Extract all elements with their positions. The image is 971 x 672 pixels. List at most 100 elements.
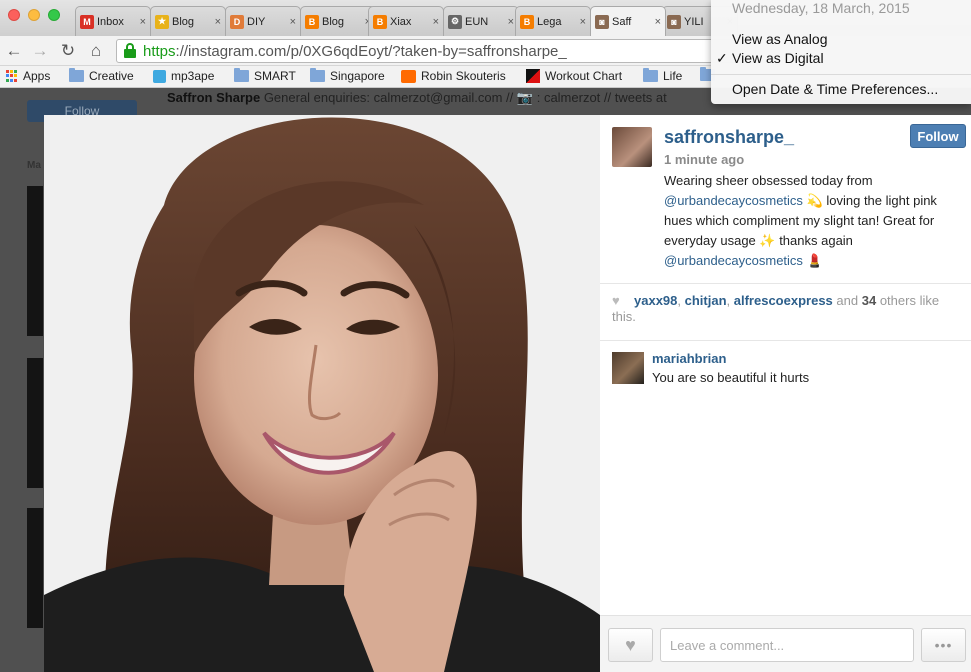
caption-mention-link[interactable]: @urbandecaycosmetics: [664, 193, 803, 208]
liker-link[interactable]: yaxx98: [634, 293, 677, 308]
bookmark-apps[interactable]: Apps: [6, 69, 50, 83]
likes-and-text: and: [836, 293, 859, 308]
browser-tab[interactable]: B Xiax ×: [368, 6, 444, 36]
reload-icon[interactable]: ↻: [58, 41, 78, 61]
soundcloud-icon: [401, 69, 416, 83]
background-thumbnail: [27, 358, 43, 488]
window-minimize-button[interactable]: [28, 9, 40, 21]
browser-tab[interactable]: ◙ Saff ×: [590, 6, 666, 36]
bookmark-label: Singapore: [330, 69, 385, 83]
post-timestamp[interactable]: 1 minute ago: [664, 152, 744, 167]
portrait-photo: [44, 115, 600, 672]
tab-close-icon[interactable]: ×: [508, 16, 514, 28]
comment-text: You are so beautiful it hurts: [652, 370, 810, 385]
tab-title: Blog: [172, 15, 195, 28]
background-bio-text: General enquiries: calmerzot@gmail.com /…: [263, 90, 514, 105]
liker-link[interactable]: alfrescoexpress: [734, 293, 833, 308]
tab-title: DIY: [247, 15, 266, 28]
comment-avatar[interactable]: [612, 352, 644, 384]
tab-title: EUN: [465, 15, 489, 28]
url-rest: ://instagram.com/p/0XG6qdEoyt/?taken-by=…: [175, 42, 567, 60]
mp3ape-icon: [153, 69, 166, 83]
background-thumbnail: [27, 508, 43, 628]
comment-input[interactable]: [660, 628, 914, 662]
likes-summary: ♥ yaxx98, chitjan, alfrescoexpress and 34…: [612, 293, 940, 324]
home-icon[interactable]: ⌂: [86, 41, 106, 61]
forward-arrow-icon[interactable]: →: [30, 41, 50, 61]
browser-tab[interactable]: BBlog×: [300, 6, 376, 36]
tab-close-icon[interactable]: ×: [215, 16, 221, 28]
caption-mention-link[interactable]: @urbandecaycosmetics: [664, 253, 803, 268]
bookmark-label: mp3ape: [171, 69, 215, 83]
tab-title: Inbox: [97, 15, 124, 28]
background-bio: Saffron Sharpe General enquiries: calmer…: [167, 90, 667, 106]
comment-bar: ♥ •••: [600, 615, 971, 672]
browser-tab[interactable]: D DIY ×: [225, 6, 301, 36]
post-photo: [44, 115, 600, 672]
bookmark-creative[interactable]: Creative: [69, 68, 134, 83]
avatar[interactable]: [612, 127, 652, 167]
folder-icon: [310, 68, 325, 82]
tab-title: Blog: [322, 15, 345, 28]
camera-icon: 📷: [516, 90, 534, 105]
bookmark-label: Workout Chart: [545, 69, 623, 83]
apps-icon: [6, 70, 18, 82]
bookmark-smart[interactable]: SMART: [234, 68, 296, 83]
tab-close-icon[interactable]: ×: [290, 16, 296, 28]
caption-emoji: 💄: [806, 253, 823, 268]
bookmark-workout-chart[interactable]: Workout Chart: [526, 69, 622, 83]
tab-close-icon[interactable]: ×: [580, 16, 586, 28]
background-side-label: Ma: [27, 160, 41, 171]
browser-tab[interactable]: ⚙ EUN ×: [443, 6, 519, 36]
diy-icon: D: [230, 14, 244, 29]
follow-button[interactable]: Follow: [910, 124, 966, 148]
heart-icon: ♥: [625, 634, 636, 655]
comment-username[interactable]: mariahbrian: [652, 351, 726, 366]
lock-icon: [123, 43, 137, 59]
folder-icon: [234, 68, 249, 82]
tab-title: Xiax: [390, 15, 412, 28]
like-button[interactable]: ♥: [608, 628, 653, 662]
browser-tab[interactable]: M Inbox ×: [75, 6, 151, 36]
tab-close-icon[interactable]: ×: [140, 16, 146, 28]
background-bio-text-2: : calmerzot // tweets at: [536, 90, 667, 105]
tab-close-icon[interactable]: ×: [655, 16, 661, 28]
menu-separator: [711, 74, 971, 75]
instagram-icon: ◙: [667, 14, 681, 29]
post-username[interactable]: saffronsharpe_: [664, 127, 794, 148]
window-close-button[interactable]: [8, 9, 20, 21]
bookmark-robin-skouteris[interactable]: Robin Skouteris: [401, 69, 506, 83]
post-caption: Wearing sheer obsessed today from @urban…: [664, 171, 964, 271]
window-maximize-button[interactable]: [48, 9, 60, 21]
tab-title: Lega: [537, 15, 562, 28]
post-details-panel: saffronsharpe_ Follow 1 minute ago Weari…: [600, 115, 971, 672]
tab-close-icon[interactable]: ×: [433, 16, 439, 28]
menu-item-view-analog[interactable]: View as Analog: [732, 31, 827, 47]
browser-tab[interactable]: B Lega ×: [515, 6, 591, 36]
bookmark-singapore[interactable]: Singapore: [310, 68, 385, 83]
workout-chart-icon: [526, 69, 540, 83]
background-thumbnail: [27, 186, 43, 336]
instagram-icon: ◙: [595, 14, 609, 29]
address-bar[interactable]: https://instagram.com/p/0XG6qdEoyt/?take…: [116, 39, 756, 63]
checkmark-icon: ✓: [716, 50, 728, 66]
back-arrow-icon[interactable]: ←: [4, 41, 24, 61]
bookmark-label: Life: [663, 69, 683, 83]
bookmark-label: Creative: [89, 69, 134, 83]
menu-item-date-time-preferences[interactable]: Open Date & Time Preferences...: [732, 81, 938, 97]
likes-count[interactable]: 34: [862, 293, 876, 308]
background-profile-name: Saffron Sharpe: [167, 90, 261, 105]
bookmark-mp3ape[interactable]: mp3ape: [153, 69, 214, 83]
blogger-icon: B: [305, 14, 319, 29]
clock-menu: Wednesday, 18 March, 2015 View as Analog…: [711, 0, 971, 104]
folder-icon: [643, 68, 658, 82]
divider: [600, 283, 971, 284]
clock-menu-date: Wednesday, 18 March, 2015: [732, 0, 910, 16]
liker-link[interactable]: chitjan: [685, 293, 727, 308]
bookmark-life[interactable]: Life: [643, 68, 683, 83]
heart-icon: ♥: [612, 293, 620, 308]
more-options-button[interactable]: •••: [921, 628, 966, 662]
browser-tab[interactable]: ★ Blog ×: [150, 6, 226, 36]
caption-text: Wearing sheer obsessed today from: [664, 173, 873, 188]
menu-item-view-digital[interactable]: View as Digital: [732, 50, 824, 66]
